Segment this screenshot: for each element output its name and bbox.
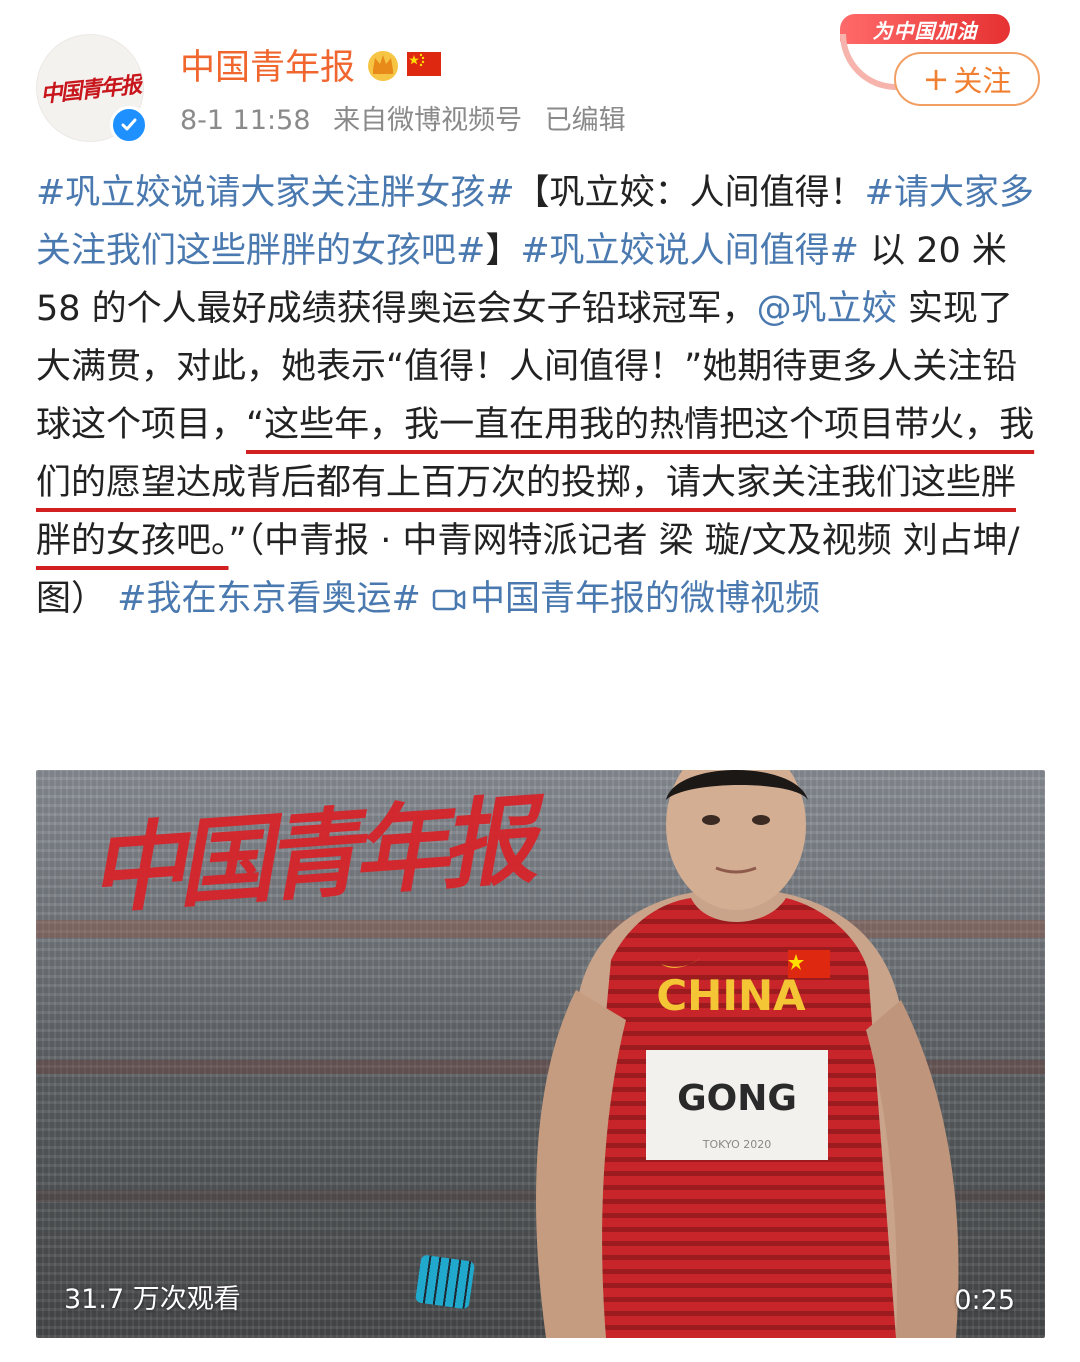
follow-button[interactable]: + 关注 [894,52,1040,106]
mention-gong-lijiao[interactable]: @巩立姣 [757,289,897,329]
post-header: 中国青年报 中国青年报 8-1 11:58 来自微博视频号 已编辑 为中国加油 … [0,0,1080,150]
username[interactable]: 中国青年报 [180,39,355,90]
edited-label: 已编辑 [544,105,626,136]
post-text-segment: 【巩立姣：人间值得！ [514,173,865,213]
hashtag-life-worth-it[interactable]: #巩立姣说人间值得# [520,231,859,271]
crown-icon [368,51,399,81]
post-text: #巩立姣说请大家关注胖女孩#【巩立姣：人间值得！#请大家多关注我们这些胖胖的女孩… [36,164,1046,628]
follow-label: 关注 [953,64,1012,98]
video-duration: 0:25 [954,1285,1015,1316]
post-source[interactable]: 来自微博视频号 [333,105,522,136]
verified-icon [110,106,148,144]
post-text-segment: 】 [485,231,521,271]
video-link-icon [432,589,466,611]
hashtag-tokyo-olympics[interactable]: #我在东京看奥运# [117,579,421,619]
avatar-logo: 中国青年报 [39,71,142,109]
video-link[interactable]: 中国青年报的微博视频 [432,579,820,619]
jersey-text: CHINA [656,971,806,1020]
bib-sub: TOKYO 2020 [702,1138,771,1151]
bib-name: GONG [677,1078,797,1119]
wristband [414,1254,476,1310]
hashtag-gong-fat-girls[interactable]: #巩立姣说请大家关注胖女孩# [36,173,515,213]
plus-icon: + [922,60,950,98]
china-flag-icon [407,52,442,76]
post-timestamp: 8-1 11:58 [180,105,311,136]
name-row: 中国青年报 [180,39,442,90]
athlete-image: CHINA GONG TOKYO 2020 [536,770,959,1338]
post-meta: 8-1 11:58 来自微博视频号 已编辑 [180,98,640,137]
video-player[interactable]: 中国青年报 CHINA GONG TOKYO 2020 31.7 万次观看 0:… [36,770,1045,1338]
view-count: 31.7 万次观看 [64,1284,241,1315]
video-link-label: 中国青年报的微博视频 [469,579,820,619]
